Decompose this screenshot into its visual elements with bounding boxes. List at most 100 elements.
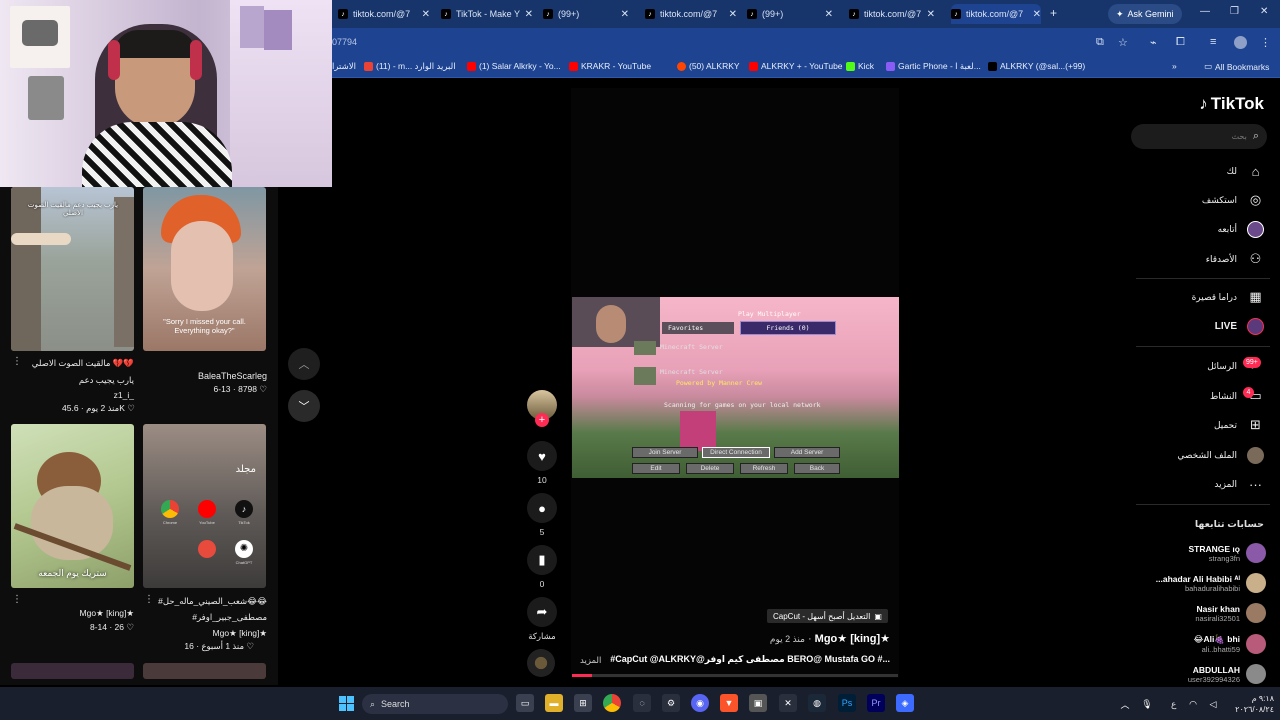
premiere-icon[interactable]: Pr (867, 694, 885, 712)
brave-icon[interactable]: ▼ (720, 694, 738, 712)
microphone-icon[interactable]: 🎙 (1140, 697, 1154, 711)
tab-search-icon[interactable]: ≡ (1210, 36, 1216, 48)
follow-plus-icon[interactable]: + (535, 413, 549, 427)
video-thumbnail[interactable] (11, 663, 134, 679)
video-thumbnail[interactable]: يارب يجيب دعم مالقيت الصوت الاصلي (11, 187, 134, 351)
bookmark-item[interactable]: (1) Salar Alkrky - Yo... (467, 61, 561, 71)
nav-live[interactable]: LIVE (1215, 316, 1264, 336)
nav-explore[interactable]: استكشف ◎ (1202, 190, 1264, 210)
all-bookmarks-button[interactable]: ▭ All Bookmarks (1204, 61, 1269, 72)
save-button[interactable]: ▮ 0 (527, 545, 557, 589)
close-icon[interactable]: ✕ (525, 9, 533, 20)
menu-icon[interactable]: ⋮ (1260, 36, 1271, 49)
browser-tab[interactable]: ♪ tiktok.com/@7 ✕ (338, 4, 430, 24)
bookmark-item[interactable]: Kick (846, 61, 874, 71)
video-progress-bar[interactable] (572, 674, 898, 677)
tray-overflow-icon[interactable]: ︿ (1118, 697, 1132, 711)
bookmarks-overflow-icon[interactable]: » (1172, 61, 1177, 71)
bookmark-item[interactable]: (11) - m... البريد الوارد (364, 61, 456, 72)
browser-tab-active[interactable]: ♪ tiktok.com/@7 ✕ (951, 4, 1041, 24)
bookmark-item[interactable]: (50) ALKRKY (677, 61, 740, 71)
photoshop-icon[interactable]: Ps (838, 694, 856, 712)
profile-avatar[interactable] (1234, 36, 1247, 49)
nav-activity[interactable]: النشاط ▭ (1210, 386, 1264, 406)
video-thumbnail[interactable]: ستريك يوم الجمعه (11, 424, 134, 588)
nav-following[interactable]: أتابعه (1218, 219, 1264, 239)
ask-gemini-button[interactable]: ✦ Ask Gemini (1108, 4, 1182, 24)
extension-icon[interactable]: ⌁ (1150, 36, 1157, 49)
video-author[interactable]: Mgo★ [king]★ (154, 628, 267, 639)
video-thumbnail[interactable]: "Sorry I missed your call. Everything ok… (143, 187, 266, 351)
new-tab-button[interactable]: + (1050, 6, 1057, 20)
bookmark-item[interactable]: ALKRKY + - YouTube (749, 61, 843, 71)
browser-tab[interactable]: ♪ tiktok.com/@7 ✕ (849, 4, 935, 24)
nav-short-drama[interactable]: دراما قصيرة ▦ (1192, 287, 1264, 307)
clock[interactable]: ٩:١٨ م ٢٠٢٦/٠٨/٢٤ (1226, 693, 1274, 715)
video-author[interactable]: Mgo★ [king]★ (28, 608, 134, 619)
close-icon[interactable]: ✕ (1033, 9, 1041, 20)
bookmark-item[interactable]: ALKRKY (@sal...(+99) (988, 61, 1085, 71)
bookmark-item[interactable]: الاشترا (332, 61, 356, 72)
nav-upload[interactable]: تحميل ⊞ (1214, 415, 1264, 435)
more-options-icon[interactable]: ⋮ (12, 594, 22, 605)
creator-avatar[interactable]: + (527, 390, 557, 427)
browser-tab[interactable]: ♪ (99+) ✕ (543, 4, 629, 24)
file-explorer-icon[interactable]: ▬ (545, 694, 563, 712)
window-close-icon[interactable]: ✕ (1260, 6, 1268, 17)
previous-video-button[interactable]: ︿ (288, 348, 320, 380)
nav-more[interactable]: المزيد ··· (1214, 474, 1264, 494)
task-view-icon[interactable]: ▭ (516, 694, 534, 712)
followed-account[interactable]: Nasir khan nasirali32501 (1195, 600, 1266, 626)
start-icon[interactable] (337, 694, 355, 712)
video-thumbnail[interactable]: مجلد ♪ Chrome YouTube TikTok ✺ ChatGPT (143, 424, 266, 588)
browser-tab[interactable]: ♪ tiktok.com/@7 ✕ (645, 4, 737, 24)
video-author[interactable]: z1_i_ (28, 390, 134, 400)
capcut-anchor[interactable]: CapCut - التعديل أصبح أسهل ▣ (767, 609, 888, 623)
followed-account[interactable]: ...ahadar Ali Habibi ᴬᴵ bahaduralihabibi (1156, 570, 1266, 596)
wifi-icon[interactable]: ◠ (1186, 697, 1200, 711)
nav-friends[interactable]: الأصدقاء ⚇ (1206, 249, 1264, 269)
nav-profile[interactable]: الملف الشخصي (1177, 445, 1264, 465)
followed-account[interactable]: ABDULLAH user392994326 (1188, 661, 1266, 687)
share-button[interactable]: ➦ مشاركة (527, 597, 557, 642)
tiktok-logo[interactable]: ♪ TikTok (1199, 94, 1264, 114)
comment-button[interactable]: ● 5 (527, 493, 557, 537)
bookmark-item[interactable]: Gartic Phone - لعبة ا... (886, 61, 981, 72)
nav-for-you[interactable]: لك ⌂ (1227, 161, 1264, 181)
puzzle-icon[interactable]: ⧠ (1176, 36, 1185, 49)
taskbar-search[interactable]: ⌕ Search (362, 694, 508, 714)
settings-icon[interactable]: ⚙ (662, 694, 680, 712)
bookmark-item[interactable]: KRAKR - YouTube (569, 61, 651, 71)
discord-icon[interactable]: ◉ (691, 694, 709, 712)
more-options-icon[interactable]: ⋮ (144, 594, 154, 605)
close-icon[interactable]: ✕ (422, 9, 430, 20)
url-field[interactable]: 07794 (332, 37, 357, 47)
app-icon[interactable]: ◌ (633, 694, 651, 712)
app-icon[interactable]: ▣ (749, 694, 767, 712)
minimize-icon[interactable]: — (1200, 6, 1210, 17)
chrome-icon[interactable] (603, 694, 621, 712)
browser-tab[interactable]: ♪ (99+) ✕ (747, 4, 833, 24)
store-icon[interactable]: ⊞ (574, 694, 592, 712)
more-options-icon[interactable]: ⋮ (12, 356, 22, 367)
bookmark-star-icon[interactable]: ☆ (1118, 36, 1128, 49)
volume-icon[interactable]: ◁ (1206, 697, 1220, 711)
music-disc[interactable] (527, 649, 557, 677)
video-thumbnail[interactable] (143, 663, 266, 679)
like-button[interactable]: ♥ 10 (527, 441, 557, 485)
close-icon[interactable]: ✕ (621, 9, 629, 20)
browser-tab[interactable]: ♪ TikTok - Make Y ✕ (441, 4, 533, 24)
followed-account[interactable]: STRANGE ıǫ strang3fn (1189, 540, 1266, 566)
video-author[interactable]: BaleaTheScarleg (143, 371, 267, 381)
search-input[interactable]: بحث ⌕ (1131, 124, 1267, 149)
close-icon[interactable]: ✕ (825, 9, 833, 20)
install-app-icon[interactable]: ⧉ (1096, 36, 1104, 49)
followed-account[interactable]: 😂Ali🍇 bhi ali..bhatti59 (1194, 631, 1266, 657)
see-more-link[interactable]: المزيد (580, 655, 601, 666)
steam-icon[interactable]: ◍ (808, 694, 826, 712)
capcut-icon[interactable]: ✕ (779, 694, 797, 712)
close-icon[interactable]: ✕ (729, 9, 737, 20)
next-video-button[interactable]: ﹀ (288, 390, 320, 422)
close-icon[interactable]: ✕ (927, 9, 935, 20)
maximize-icon[interactable]: ❐ (1230, 6, 1239, 17)
